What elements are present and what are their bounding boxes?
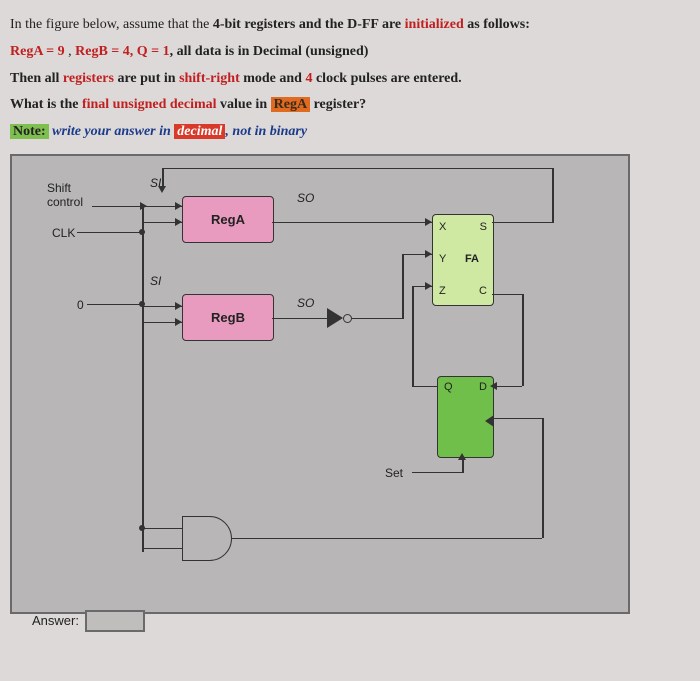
q-text: final unsigned decimal [82,97,217,112]
q-text: , all data is in Decimal (unsigned) [170,44,369,59]
dff-d: D [479,381,487,393]
note-text: write your answer in [49,124,175,139]
q-text: register? [310,97,366,112]
fa-label: FA [465,253,479,265]
zero-label: 0 [77,298,84,312]
q-init: , Q = 1 [130,44,170,59]
q-text: 4-bit registers and the D-FF are [213,17,405,32]
note-text: , not in binary [225,124,307,139]
clock-triangle-icon [485,415,494,427]
answer-label: Answer: [32,613,79,628]
q-text: RegA [274,97,307,112]
note-label: Note: [13,124,46,139]
answer-input[interactable] [85,610,145,632]
so-b-label: SO [297,296,314,310]
circuit-diagram: RegA RegB X Y Z FA S C Q D Shift control… [10,154,630,614]
fa-c: C [479,285,487,297]
dff-q: Q [444,381,453,393]
note-text: decimal [177,124,222,139]
regb-init: RegB = 4 [75,44,130,59]
q-text: What is the [10,97,82,112]
so-a-label: SO [297,191,314,205]
q-text: value in [217,97,271,112]
full-adder: X Y Z FA S C [432,214,494,306]
d-flipflop: Q D [437,376,494,458]
q-text: are put in [114,71,179,86]
q-text: shift-right [179,71,240,86]
q-text: In the figure below, assume that the [10,17,213,32]
not-gate [327,308,343,328]
clk-label: CLK [52,226,75,240]
rega-init: RegA = 9 [10,44,65,59]
register-b: RegB [182,294,274,341]
set-label: Set [385,466,403,480]
sep: , [65,44,76,59]
fa-x: X [439,221,446,233]
q-text: initialized [405,17,464,32]
q-text: registers [63,71,114,86]
register-a: RegA [182,196,274,243]
and-gate [182,516,232,561]
answer-row: Answer: [32,610,608,632]
fa-y: Y [439,253,446,265]
question-text: In the figure below, assume that the 4-b… [10,13,690,144]
q-text: clock pulses are entered. [312,71,461,86]
si-b-label: SI [150,274,161,288]
fa-s: S [480,221,487,233]
q-text: mode and [240,71,306,86]
shift-control-label: Shift control [47,181,97,209]
q-text: as follows: [464,17,530,32]
fa-z: Z [439,285,446,297]
q-text: Then all [10,71,63,86]
